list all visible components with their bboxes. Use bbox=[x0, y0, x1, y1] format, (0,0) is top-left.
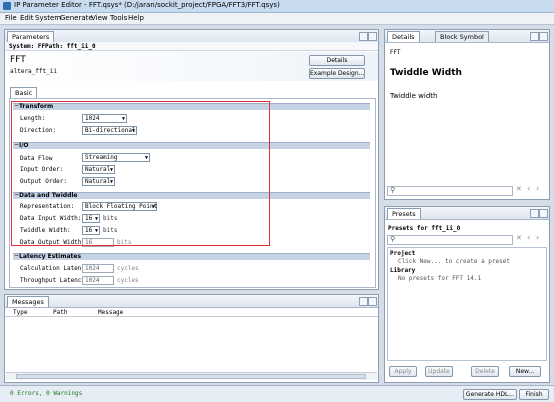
close-button[interactable] bbox=[368, 297, 377, 306]
throughput-latency-label: Throughput Latency: bbox=[20, 277, 89, 284]
new-preset-button[interactable]: New... bbox=[509, 366, 541, 377]
tab-parameters[interactable]: Parameters bbox=[7, 31, 55, 42]
status-errors: 0 Errors, 0 Warnings bbox=[10, 390, 83, 397]
details-component-name: FFT bbox=[390, 49, 401, 56]
search-icon: ⚲ bbox=[390, 186, 396, 194]
system-label: System: FF bbox=[9, 43, 46, 50]
restore-button[interactable] bbox=[359, 297, 368, 306]
app-icon bbox=[3, 2, 11, 10]
title-bar: IP Parameter Editor - FFT.qsys* (D:/jara… bbox=[0, 0, 554, 13]
component-title: FFT bbox=[10, 55, 26, 65]
menu-edit[interactable]: Edit bbox=[20, 14, 34, 22]
window-title: IP Parameter Editor - FFT.qsys* (D:/jara… bbox=[14, 1, 280, 9]
component-banner: FFT altera_fft_ii Details Example Design… bbox=[5, 52, 378, 81]
previous-icon[interactable]: ‹ bbox=[527, 184, 530, 193]
throughput-latency-field: 1024 bbox=[82, 276, 114, 285]
presets-list: Project Click New... to create a preset … bbox=[387, 247, 547, 361]
highlight-box bbox=[11, 101, 270, 246]
section-latency[interactable]: − Latency Estimates bbox=[13, 252, 370, 260]
menu-help[interactable]: Help bbox=[128, 14, 144, 22]
project-label: Project bbox=[390, 250, 416, 257]
menu-bar: File Edit System Generate View Tools Hel… bbox=[0, 13, 554, 25]
close-button[interactable] bbox=[539, 32, 548, 41]
next-icon[interactable]: › bbox=[536, 233, 539, 242]
delete-button[interactable]: Delete bbox=[471, 366, 499, 377]
presets-for-label: Presets for fft_ii_0 bbox=[388, 225, 461, 232]
tab-messages[interactable]: Messages bbox=[7, 296, 49, 307]
tab-presets[interactable]: Presets bbox=[387, 208, 421, 219]
generate-hdl-button[interactable]: Generate HDL... bbox=[463, 389, 517, 400]
apply-button[interactable]: Apply bbox=[389, 366, 417, 377]
menu-file[interactable]: File bbox=[5, 14, 17, 22]
restore-button[interactable] bbox=[530, 32, 539, 41]
library-hint: No presets for FFT 14.1 bbox=[398, 275, 482, 282]
example-design-button[interactable]: Example Design... bbox=[309, 68, 365, 79]
presets-search-input[interactable]: ⚲ bbox=[387, 235, 513, 245]
messages-scrollbar[interactable] bbox=[6, 372, 377, 380]
details-description: Twiddle width bbox=[390, 92, 438, 100]
search-icon: ⚲ bbox=[390, 235, 396, 243]
finish-button[interactable]: Finish bbox=[519, 389, 549, 400]
close-button[interactable] bbox=[368, 32, 377, 41]
messages-panel: Messages Type Path Message bbox=[4, 294, 379, 383]
details-button[interactable]: Details bbox=[309, 55, 365, 66]
throughput-latency-unit: cycles bbox=[117, 277, 139, 284]
details-header: Details Block Symbol bbox=[385, 30, 549, 43]
restore-button[interactable] bbox=[530, 209, 539, 218]
close-button[interactable] bbox=[539, 209, 548, 218]
restore-button[interactable] bbox=[359, 32, 368, 41]
col-type[interactable]: Type bbox=[13, 309, 27, 316]
tab-details[interactable]: Details bbox=[387, 31, 420, 42]
status-bar: 0 Errors, 0 Warnings Generate HDL... Fin… bbox=[0, 385, 554, 402]
library-label: Library bbox=[390, 267, 416, 274]
presets-panel: Presets Presets for fft_ii_0 ⚲ ✕ ‹ › Pro… bbox=[384, 206, 550, 383]
previous-icon[interactable]: ‹ bbox=[527, 233, 530, 242]
presets-header: Presets bbox=[385, 207, 549, 220]
col-message[interactable]: Message bbox=[98, 309, 123, 316]
col-path[interactable]: Path bbox=[53, 309, 67, 316]
update-button[interactable]: Update bbox=[425, 366, 453, 377]
project-hint: Click New... to create a preset bbox=[398, 258, 510, 265]
menu-tools[interactable]: Tools bbox=[110, 14, 127, 22]
menu-view[interactable]: View bbox=[91, 14, 108, 22]
path-row: System: FF Path: fft_ii_0 bbox=[5, 42, 378, 51]
tab-block-symbol[interactable]: Block Symbol bbox=[435, 31, 489, 42]
tab-basic[interactable]: Basic bbox=[10, 87, 38, 98]
component-subtitle: altera_fft_ii bbox=[10, 68, 57, 75]
next-icon[interactable]: › bbox=[536, 184, 539, 193]
calc-latency-unit: cycles bbox=[117, 265, 139, 272]
clear-search-icon[interactable]: ✕ bbox=[516, 185, 522, 193]
details-heading: Twiddle Width bbox=[390, 68, 462, 78]
calc-latency-field: 1024 bbox=[82, 264, 114, 273]
messages-columns: Type Path Message bbox=[5, 307, 378, 317]
menu-system[interactable]: System bbox=[35, 14, 61, 22]
path-label: Path: fft_ii_0 bbox=[45, 43, 96, 50]
clear-search-icon[interactable]: ✕ bbox=[516, 234, 522, 242]
details-panel: Details Block Symbol FFT Twiddle Width T… bbox=[384, 29, 550, 200]
details-search-input[interactable]: ⚲ bbox=[387, 186, 513, 196]
menu-generate[interactable]: Generate bbox=[60, 14, 93, 22]
